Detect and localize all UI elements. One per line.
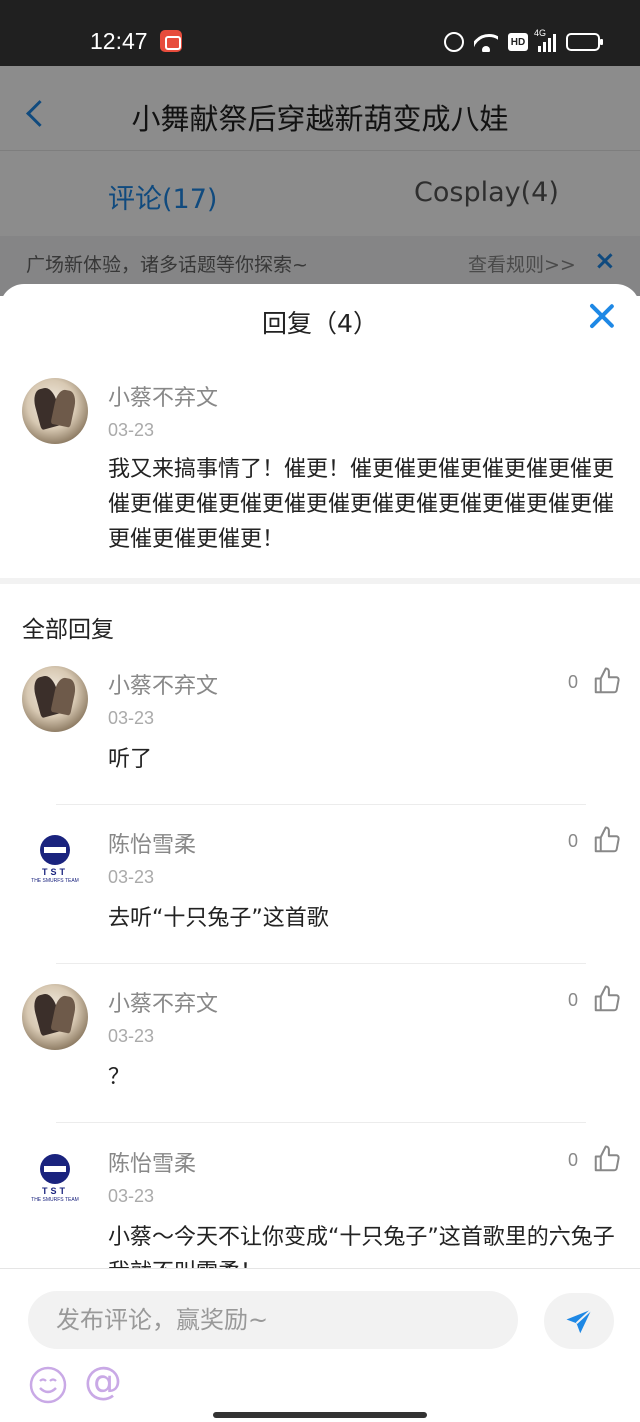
comment-input[interactable] bbox=[28, 1291, 518, 1349]
like-count: 0 bbox=[568, 831, 579, 851]
avatar[interactable]: TST THE SMURFS TEAM bbox=[22, 1144, 88, 1210]
status-bar: 12:47 HD 4G bbox=[0, 0, 640, 66]
avatar[interactable] bbox=[22, 984, 88, 1050]
reply-text: ？ bbox=[108, 1065, 131, 1090]
reply-username[interactable]: 小蔡不弃文 bbox=[108, 986, 218, 1018]
replies-sheet: 回复（4） 小蔡不弃文 03-23 我又来搞事情了！催更！催更催更催更催更催更催… bbox=[0, 284, 640, 1422]
reply-username[interactable]: 陈怡雪柔 bbox=[108, 1146, 196, 1178]
reply-date: 03-23 bbox=[108, 708, 155, 728]
section-divider bbox=[0, 578, 640, 584]
send-button[interactable] bbox=[544, 1293, 614, 1349]
avatar[interactable] bbox=[22, 666, 88, 732]
battery-icon bbox=[566, 33, 603, 51]
divider bbox=[56, 963, 586, 964]
avatar[interactable]: TST THE SMURFS TEAM bbox=[22, 825, 88, 891]
thumbs-up-icon[interactable] bbox=[592, 984, 622, 1014]
reply-username[interactable]: 小蔡不弃文 bbox=[108, 668, 218, 700]
main-comment-username[interactable]: 小蔡不弃文 bbox=[108, 380, 218, 412]
comment-bar: @ bbox=[0, 1268, 640, 1422]
wifi-icon bbox=[474, 32, 498, 52]
divider bbox=[56, 1122, 586, 1123]
sheet-title: 回复（4） bbox=[262, 309, 378, 338]
reply-item: 小蔡不弃文 03-23 ？ 0 bbox=[0, 984, 640, 1144]
status-time: 12:47 bbox=[90, 28, 148, 54]
cell-signal-icon: 4G bbox=[534, 28, 556, 52]
tst-logo-subtext: THE SMURFS TEAM bbox=[31, 878, 79, 884]
tst-logo-icon bbox=[40, 835, 70, 865]
thumbs-up-icon[interactable] bbox=[592, 825, 622, 855]
reply-date: 03-23 bbox=[108, 867, 155, 887]
mention-icon[interactable]: @ bbox=[84, 1359, 122, 1403]
like-count: 0 bbox=[568, 672, 579, 692]
thumbs-up-icon[interactable] bbox=[592, 1144, 622, 1174]
app-notification-icon bbox=[160, 30, 182, 52]
reply-item: 小蔡不弃文 03-23 听了 0 bbox=[0, 666, 640, 826]
reply-text: 听了 bbox=[108, 747, 153, 772]
main-comment-date: 03-23 bbox=[108, 420, 155, 440]
divider bbox=[56, 804, 586, 805]
send-icon bbox=[566, 1308, 593, 1334]
signal-label: 4G bbox=[534, 28, 547, 38]
thumbs-up-icon[interactable] bbox=[592, 666, 622, 696]
modal-overlay[interactable] bbox=[0, 66, 640, 296]
status-icons: HD 4G bbox=[444, 28, 603, 54]
reply-text: 去听“十只兔子”这首歌 bbox=[108, 906, 329, 931]
reply-date: 03-23 bbox=[108, 1186, 155, 1206]
like-count: 0 bbox=[568, 990, 579, 1010]
reply-username[interactable]: 陈怡雪柔 bbox=[108, 827, 196, 859]
avatar[interactable] bbox=[22, 378, 88, 444]
tst-logo-icon bbox=[40, 1154, 70, 1184]
tst-logo-text: TST bbox=[42, 1186, 68, 1196]
all-replies-heading: 全部回复 bbox=[22, 617, 114, 643]
reply-date: 03-23 bbox=[108, 1026, 155, 1046]
reply-item: TST THE SMURFS TEAM 陈怡雪柔 03-23 去听“十只兔子”这… bbox=[0, 825, 640, 985]
hd-icon: HD bbox=[508, 33, 528, 51]
main-comment-text: 我又来搞事情了！催更！催更催更催更催更催更催更催更催更催更催更催更催更催更催更催… bbox=[108, 457, 615, 552]
tst-logo-text: TST bbox=[42, 867, 68, 877]
home-indicator[interactable] bbox=[213, 1412, 427, 1418]
close-icon[interactable] bbox=[586, 300, 616, 330]
emoji-icon[interactable] bbox=[28, 1365, 68, 1405]
like-count: 0 bbox=[568, 1150, 579, 1170]
tst-logo-subtext: THE SMURFS TEAM bbox=[31, 1197, 79, 1203]
alarm-icon bbox=[444, 32, 464, 52]
